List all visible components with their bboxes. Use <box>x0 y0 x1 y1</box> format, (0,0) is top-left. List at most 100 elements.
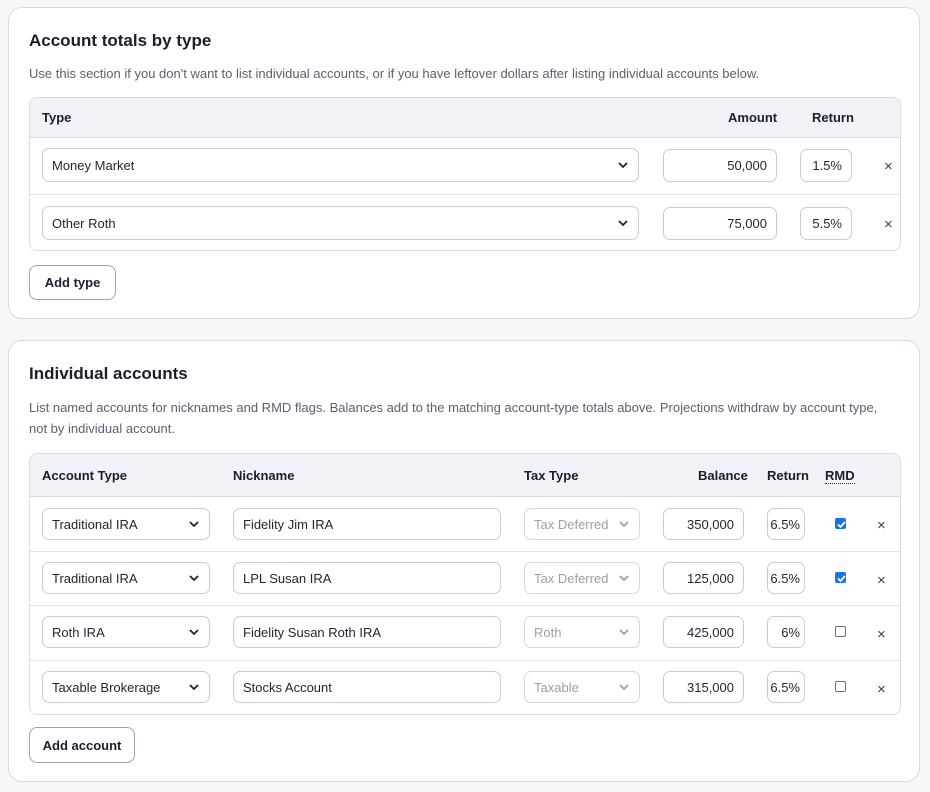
nickname-value: Fidelity Jim IRA <box>243 516 334 532</box>
section-title: Account totals by type <box>29 31 212 50</box>
individual-accounts-card: Individual accounts List named accounts … <box>8 340 920 782</box>
tax-type-select: Taxable <box>524 671 640 703</box>
section-description: List named accounts for nicknames and RM… <box>29 400 878 436</box>
tax-type-value: Roth <box>534 624 562 640</box>
account-type-value: Traditional IRA <box>52 516 138 532</box>
nickname-input[interactable]: Fidelity Jim IRA <box>233 508 501 540</box>
header-return: Return <box>812 110 854 125</box>
amount-input[interactable]: 50,000 <box>663 149 777 182</box>
rmd-checkbox[interactable] <box>835 572 846 583</box>
remove-icon[interactable]: × <box>884 217 893 232</box>
amount-value: 50,000 <box>727 158 767 173</box>
header-tax-type: Tax Type <box>524 468 579 483</box>
tax-type-value: Tax Deferred <box>534 570 609 586</box>
tax-type-select: Tax Deferred <box>524 508 640 540</box>
return-input[interactable]: 6.5% <box>767 508 805 540</box>
chevron-down-icon <box>619 684 629 691</box>
return-value: 6.5% <box>770 570 800 586</box>
remove-icon[interactable]: × <box>884 159 893 174</box>
chevron-down-icon <box>189 575 199 582</box>
check-icon <box>837 575 846 583</box>
nickname-input[interactable]: Stocks Account <box>233 671 501 703</box>
balance-input[interactable]: 350,000 <box>663 508 744 540</box>
accounts-table: Account Type Nickname Tax Type Balance R… <box>29 453 901 715</box>
type-value: Other Roth <box>52 215 116 231</box>
rmd-checkbox[interactable] <box>835 518 846 529</box>
totals-table: Type Amount Return Money Market 50,000 1… <box>29 97 901 251</box>
header-type: Type <box>42 110 72 125</box>
balance-value: 315,000 <box>687 679 734 695</box>
nickname-input[interactable]: Fidelity Susan Roth IRA <box>233 616 501 648</box>
return-input[interactable]: 6% <box>767 616 805 648</box>
remove-icon[interactable]: × <box>877 518 886 533</box>
nickname-value: Stocks Account <box>243 679 332 695</box>
add-account-button[interactable]: Add account <box>29 727 135 763</box>
account-type-select[interactable]: Roth IRA <box>42 616 210 648</box>
tax-type-select: Tax Deferred <box>524 562 640 594</box>
amount-input[interactable]: 75,000 <box>663 207 777 240</box>
table-header: Account Type Nickname Tax Type Balance R… <box>30 454 900 497</box>
header-nickname: Nickname <box>233 468 295 483</box>
table-row: Taxable Brokerage Stocks Account Taxable… <box>30 661 900 714</box>
rmd-checkbox[interactable] <box>835 681 846 692</box>
chevron-down-icon <box>619 521 629 528</box>
account-type-value: Traditional IRA <box>52 570 138 586</box>
chevron-down-icon <box>189 521 199 528</box>
table-row: Other Roth 75,000 5.5% × <box>30 195 900 250</box>
table-row: Roth IRA Fidelity Susan Roth IRA Roth 42… <box>30 606 900 661</box>
header-return: Return <box>767 468 809 483</box>
type-select[interactable]: Money Market <box>42 148 639 182</box>
table-header: Type Amount Return <box>30 98 900 138</box>
header-rmd[interactable]: RMD <box>825 468 855 484</box>
table-row: Traditional IRA Fidelity Jim IRA Tax Def… <box>30 497 900 552</box>
section-title: Individual accounts <box>29 364 188 383</box>
rmd-checkbox[interactable] <box>835 626 846 637</box>
balance-input[interactable]: 425,000 <box>663 616 744 648</box>
tax-type-value: Tax Deferred <box>534 516 609 532</box>
return-input[interactable]: 6.5% <box>767 671 805 703</box>
balance-input[interactable]: 315,000 <box>663 671 744 703</box>
nickname-value: LPL Susan IRA <box>243 570 332 586</box>
return-value: 5.5% <box>812 216 842 231</box>
account-type-value: Taxable Brokerage <box>52 679 161 695</box>
tax-type-value: Taxable <box>534 679 579 695</box>
account-type-value: Roth IRA <box>52 624 105 640</box>
chevron-down-icon <box>189 629 199 636</box>
header-balance: Balance <box>698 468 748 483</box>
return-value: 6.5% <box>770 679 800 695</box>
remove-icon[interactable]: × <box>877 573 886 588</box>
account-type-select[interactable]: Traditional IRA <box>42 508 210 540</box>
tax-type-select: Roth <box>524 616 640 648</box>
return-value: 6% <box>781 624 800 640</box>
return-input[interactable]: 5.5% <box>800 207 852 240</box>
return-input[interactable]: 6.5% <box>767 562 805 594</box>
chevron-down-icon <box>618 162 628 169</box>
add-type-button[interactable]: Add type <box>29 265 116 300</box>
header-account-type: Account Type <box>42 468 127 483</box>
nickname-value: Fidelity Susan Roth IRA <box>243 624 382 640</box>
return-value: 1.5% <box>812 158 842 173</box>
balance-value: 350,000 <box>687 516 734 532</box>
return-value: 6.5% <box>770 516 800 532</box>
balance-value: 125,000 <box>687 570 734 586</box>
table-row: Money Market 50,000 1.5% × <box>30 138 900 195</box>
table-row: Traditional IRA LPL Susan IRA Tax Deferr… <box>30 552 900 606</box>
remove-icon[interactable]: × <box>877 682 886 697</box>
chevron-down-icon <box>619 575 629 582</box>
nickname-input[interactable]: LPL Susan IRA <box>233 562 501 594</box>
type-select[interactable]: Other Roth <box>42 206 639 240</box>
return-input[interactable]: 1.5% <box>800 149 852 182</box>
account-type-select[interactable]: Taxable Brokerage <box>42 671 210 703</box>
type-value: Money Market <box>52 157 135 173</box>
header-amount: Amount <box>728 110 778 125</box>
check-icon <box>837 521 846 529</box>
remove-icon[interactable]: × <box>877 627 886 642</box>
section-description: Use this section if you don't want to li… <box>29 66 760 81</box>
amount-value: 75,000 <box>727 216 767 231</box>
account-totals-card: Account totals by type Use this section … <box>8 7 920 319</box>
balance-input[interactable]: 125,000 <box>663 562 744 594</box>
chevron-down-icon <box>618 220 628 227</box>
chevron-down-icon <box>619 629 629 636</box>
balance-value: 425,000 <box>687 624 734 640</box>
account-type-select[interactable]: Traditional IRA <box>42 562 210 594</box>
